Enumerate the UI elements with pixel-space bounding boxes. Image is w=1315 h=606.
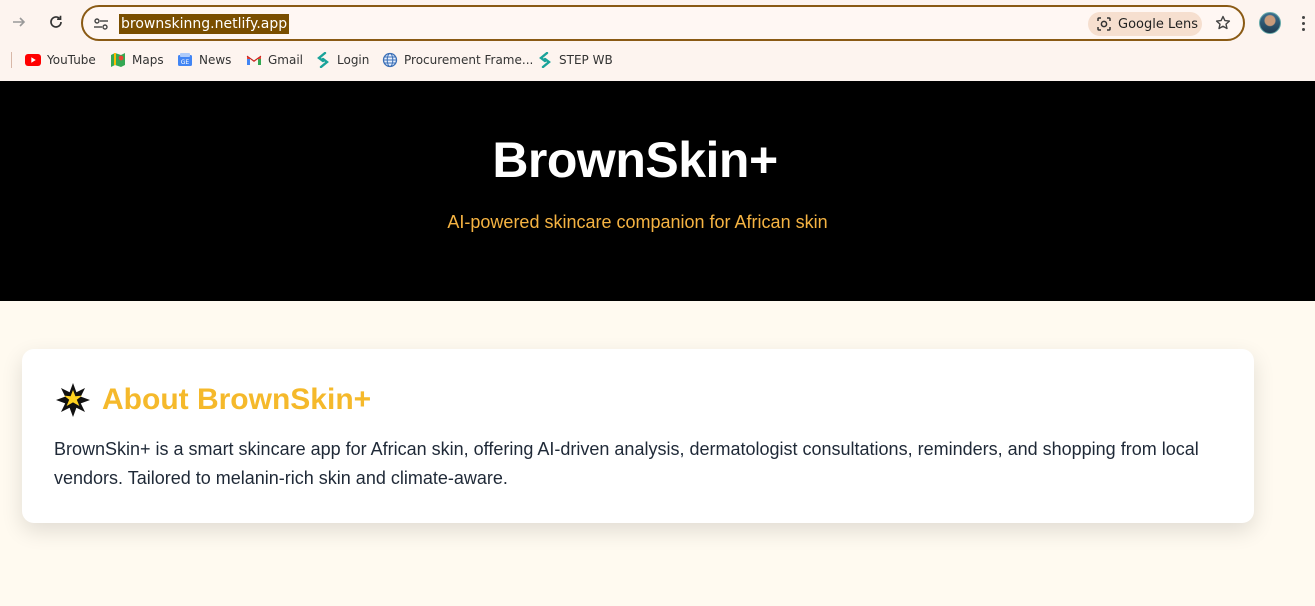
- bookmark-label: YouTube: [47, 53, 96, 67]
- bookmark-star-button[interactable]: [1211, 11, 1235, 35]
- reload-icon: [50, 15, 62, 28]
- hero-banner: BrownSkin+ AI-powered skincare companion…: [0, 81, 1315, 301]
- about-header: About BrownSkin+: [54, 381, 371, 419]
- forward-button[interactable]: [6, 9, 32, 35]
- bookmark-label: STEP WB: [559, 53, 613, 67]
- gmail-icon: [246, 52, 262, 68]
- url-text[interactable]: brownskinng.netlify.app: [119, 14, 290, 34]
- about-title: About BrownSkin+: [102, 383, 372, 416]
- about-description: BrownSkin+ is a smart skincare app for A…: [54, 439, 1199, 488]
- bookmark-maps[interactable]: Maps: [110, 50, 164, 70]
- globe-icon: [382, 52, 398, 68]
- bookmark-label: Procurement Frame...: [404, 53, 534, 67]
- about-card: About BrownSkin+ BrownSkin+ is a smart s…: [22, 349, 1254, 523]
- bookmark-news[interactable]: GE News: [177, 50, 231, 70]
- bookmark-procurement[interactable]: Procurement Frame...: [382, 50, 533, 70]
- bookmark-label: Login: [337, 53, 370, 67]
- login-icon: [315, 52, 331, 68]
- browser-menu-button[interactable]: [1296, 11, 1310, 35]
- bookmarks-bar: YouTube Maps GE News Gmail Login Procure…: [0, 46, 1315, 74]
- hero-subtitle: AI-powered skincare companion for Africa…: [447, 212, 828, 232]
- bookmark-label: News: [199, 53, 232, 67]
- youtube-icon: [25, 52, 41, 68]
- bookmark-login[interactable]: Login: [315, 50, 369, 70]
- bookmark-step-wb[interactable]: STEP WB: [537, 50, 613, 70]
- hero-title: BrownSkin+: [492, 132, 778, 188]
- lens-icon: [1097, 17, 1111, 31]
- bookmarks-separator: [11, 52, 12, 68]
- address-bar[interactable]: brownskinng.netlify.app Google Lens: [81, 5, 1245, 41]
- arrow-right-icon: [13, 17, 26, 27]
- reload-button[interactable]: [43, 9, 69, 35]
- bookmark-youtube[interactable]: YouTube: [25, 50, 96, 70]
- browser-chrome: brownskinng.netlify.app Google Lens YouT…: [0, 0, 1315, 81]
- google-lens-label: Google Lens: [1118, 16, 1198, 32]
- news-icon: GE: [177, 52, 193, 68]
- bookmark-label: Maps: [132, 53, 164, 67]
- svg-text:GE: GE: [181, 59, 190, 66]
- sparkle-star-icon: [56, 383, 90, 417]
- profile-avatar[interactable]: [1259, 12, 1281, 34]
- step-icon: [537, 52, 553, 68]
- google-lens-button[interactable]: Google Lens: [1088, 12, 1202, 36]
- bookmark-gmail[interactable]: Gmail: [246, 50, 303, 70]
- maps-icon: [110, 52, 126, 68]
- star-outline-icon: [1215, 15, 1231, 30]
- site-info-icon[interactable]: [92, 15, 110, 33]
- browser-toolbar: brownskinng.netlify.app Google Lens: [0, 0, 1315, 46]
- bookmark-label: Gmail: [268, 53, 304, 67]
